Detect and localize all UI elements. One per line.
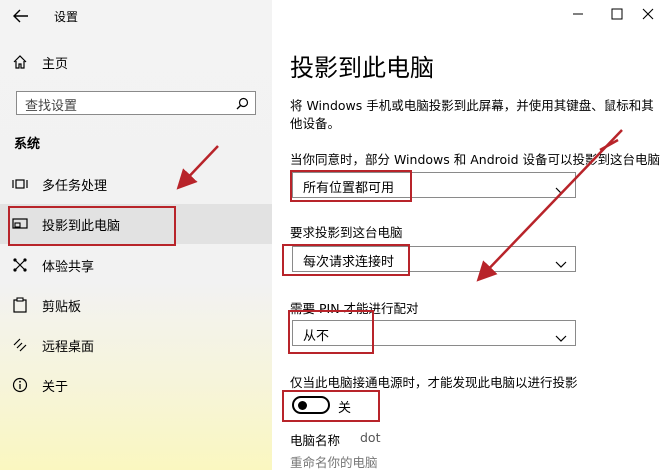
setting-label-projection-availability: 当你同意时，部分 Windows 和 Android 设备可以投影到这台电脑 xyxy=(290,152,660,167)
sidebar-item-project-to-pc[interactable]: 投影到此电脑 xyxy=(0,204,272,244)
sidebar-item-shared-experiences[interactable]: 体验共享 xyxy=(0,245,272,285)
setting-label-ask-to-project: 要求投影到这台电脑 xyxy=(290,225,403,240)
chevron-down-icon xyxy=(555,254,567,268)
toggle-knob xyxy=(298,401,307,410)
toggle-state-label: 关 xyxy=(338,401,352,416)
section-title: 系统 xyxy=(14,137,41,152)
ask-to-project-dropdown[interactable]: 每次请求连接时 xyxy=(292,246,576,272)
sidebar-item-label: 关于 xyxy=(42,380,69,395)
home-icon xyxy=(12,54,28,70)
minimize-icon[interactable] xyxy=(570,6,586,22)
sidebar: 设置 主页 查找设置 系统 多任务处理 投影到此电脑 体验共享 剪贴板 远程桌面… xyxy=(0,0,272,470)
power-discovery-toggle[interactable] xyxy=(292,396,330,414)
sidebar-item-label: 剪贴板 xyxy=(42,300,82,315)
dropdown-value: 从不 xyxy=(303,329,330,344)
chevron-down-icon xyxy=(555,328,567,342)
search-icon[interactable] xyxy=(235,96,249,110)
multitasking-icon xyxy=(12,176,28,192)
require-pin-dropdown[interactable]: 从不 xyxy=(292,320,576,346)
maximize-icon[interactable] xyxy=(609,6,625,22)
clipboard-icon xyxy=(12,297,28,313)
sidebar-item-label: 主页 xyxy=(42,57,69,72)
sidebar-item-home[interactable]: 主页 xyxy=(0,42,272,82)
sidebar-item-label: 多任务处理 xyxy=(42,179,108,194)
setting-label-power-discovery: 仅当此电脑接通电源时，才能发现此电脑以进行投影 xyxy=(290,375,578,390)
rename-pc-link[interactable]: 重命名你的电脑 xyxy=(290,452,378,471)
description-line-2: 他设备。 xyxy=(290,116,341,131)
remote-desktop-icon xyxy=(12,337,28,353)
back-arrow-icon[interactable] xyxy=(12,8,30,24)
search-input[interactable]: 查找设置 xyxy=(16,91,256,115)
sidebar-item-label: 远程桌面 xyxy=(42,340,95,355)
search-placeholder: 查找设置 xyxy=(25,99,78,114)
sidebar-item-label: 投影到此电脑 xyxy=(42,219,121,234)
window-title: 设置 xyxy=(54,10,79,24)
sidebar-item-clipboard[interactable]: 剪贴板 xyxy=(0,285,272,325)
projection-availability-dropdown[interactable]: 所有位置都可用 xyxy=(292,172,576,198)
pc-name-value: dot xyxy=(360,430,381,445)
pc-name-label: 电脑名称 xyxy=(290,433,341,448)
share-icon xyxy=(12,257,28,273)
sidebar-item-about[interactable]: 关于 xyxy=(0,365,272,405)
close-icon[interactable] xyxy=(640,6,656,22)
chevron-down-icon xyxy=(555,180,567,194)
sidebar-item-multitasking[interactable]: 多任务处理 xyxy=(0,164,272,204)
dropdown-value: 每次请求连接时 xyxy=(303,255,395,270)
info-icon xyxy=(12,377,28,393)
project-icon xyxy=(12,216,28,232)
dropdown-value: 所有位置都可用 xyxy=(303,181,395,196)
sidebar-item-remote-desktop[interactable]: 远程桌面 xyxy=(0,325,272,365)
page-title: 投影到此电脑 xyxy=(290,54,434,82)
sidebar-item-label: 体验共享 xyxy=(42,260,95,275)
main-panel: 投影到此电脑 将 Windows 手机或电脑投影到此屏幕，并使用其键盘、鼠标和其… xyxy=(272,0,660,470)
description-line-1: 将 Windows 手机或电脑投影到此屏幕，并使用其键盘、鼠标和其 xyxy=(290,98,654,113)
setting-label-require-pin: 需要 PIN 才能进行配对 xyxy=(290,301,419,316)
